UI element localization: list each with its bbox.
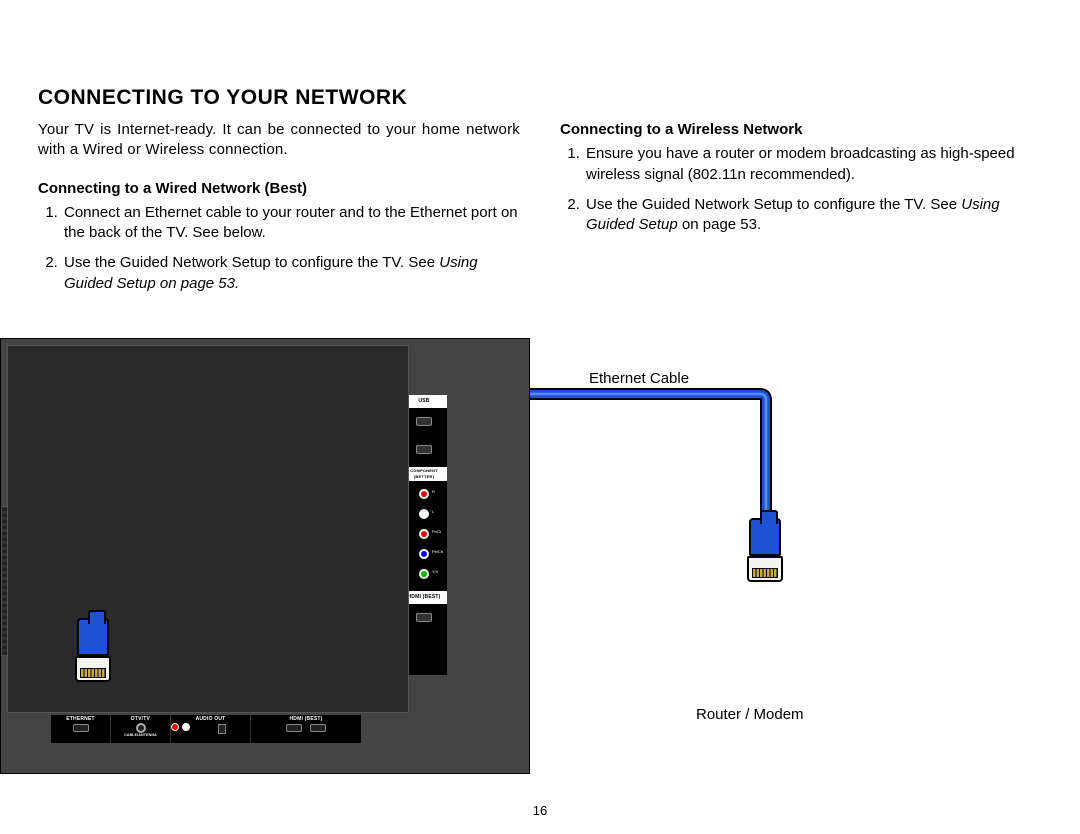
hdmi-port-side: [416, 613, 432, 622]
hdmi-bottom-label: HDMI (BEST): [251, 715, 361, 722]
ethernet-port: [73, 724, 89, 732]
wireless-step-2c: on page 53.: [678, 216, 761, 233]
dtv-label: DTV/TV: [111, 715, 170, 722]
left-column: Your TV is Internet-ready. It can be con…: [38, 120, 520, 304]
wired-step-1: Connect an Ethernet cable to your router…: [62, 203, 520, 244]
wireless-subheading: Connecting to a Wireless Network: [560, 120, 1042, 140]
usb-port-1: [416, 417, 432, 426]
mount-screw: [141, 659, 157, 675]
rca-pb: [419, 549, 429, 559]
usb-label: USB: [401, 395, 447, 408]
tv-vent-grille: [1, 506, 376, 656]
dtv-sub-label: CABLE/ANTENNA: [111, 733, 170, 737]
wireless-step-2a: Use the Guided Network Setup to configur…: [586, 196, 961, 213]
rca-y: [419, 569, 429, 579]
tv-back-panel: USB COMPONENT (BETTER) R L Pr/Cr Pb/Cb Y…: [0, 338, 530, 774]
wired-step-2: Use the Guided Network Setup to configur…: [62, 253, 520, 294]
optical-port: [218, 724, 226, 734]
audio-rca-r: [171, 723, 179, 731]
hdmi-side-label: HDMI (BEST): [401, 591, 447, 604]
two-column-text: Your TV is Internet-ready. It can be con…: [38, 120, 1042, 304]
hdmi-port-1: [286, 724, 302, 732]
rj45-connector-tv: [73, 618, 113, 688]
rca-red: [419, 489, 429, 499]
wireless-steps: Ensure you have a router or modem broadc…: [560, 144, 1042, 235]
intro-paragraph: Your TV is Internet-ready. It can be con…: [38, 120, 520, 161]
bottom-port-panel: ETHERNET DTV/TV CABLE/ANTENNA AUDIO OUT: [51, 715, 361, 743]
hdmi-port-2: [310, 724, 326, 732]
audio-rca-l: [182, 723, 190, 731]
component-label: COMPONENT (BETTER): [401, 467, 447, 481]
wireless-step-2: Use the Guided Network Setup to configur…: [584, 195, 1042, 236]
wired-steps: Connect an Ethernet cable to your router…: [38, 203, 520, 294]
coax-port: [136, 723, 146, 733]
rca-pr: [419, 529, 429, 539]
section-heading: CONNECTING TO YOUR NETWORK: [38, 86, 407, 110]
right-column: Connecting to a Wireless Network Ensure …: [560, 120, 1042, 304]
ethernet-label: ETHERNET: [51, 715, 110, 722]
rca-pb-label: Pb/Cb: [432, 549, 444, 554]
rca-r-label: R: [432, 489, 444, 494]
connection-diagram: USB COMPONENT (BETTER) R L Pr/Cr Pb/Cb Y…: [0, 338, 1080, 798]
audio-label: AUDIO OUT: [171, 715, 250, 722]
rca-pr-label: Pr/Cr: [432, 529, 444, 534]
page-number: 16: [0, 803, 1080, 818]
rca-y-label: Y/V: [432, 569, 444, 574]
wired-subheading: Connecting to a Wired Network (Best): [38, 179, 520, 199]
side-port-panel: USB COMPONENT (BETTER) R L Pr/Cr Pb/Cb Y…: [401, 395, 447, 675]
rca-white: [419, 509, 429, 519]
rca-l-label: L: [432, 509, 444, 514]
wired-step-2a: Use the Guided Network Setup to configur…: [64, 254, 439, 271]
rj45-connector-router: [745, 518, 785, 588]
usb-port-2: [416, 445, 432, 454]
wireless-step-1: Ensure you have a router or modem broadc…: [584, 144, 1042, 185]
